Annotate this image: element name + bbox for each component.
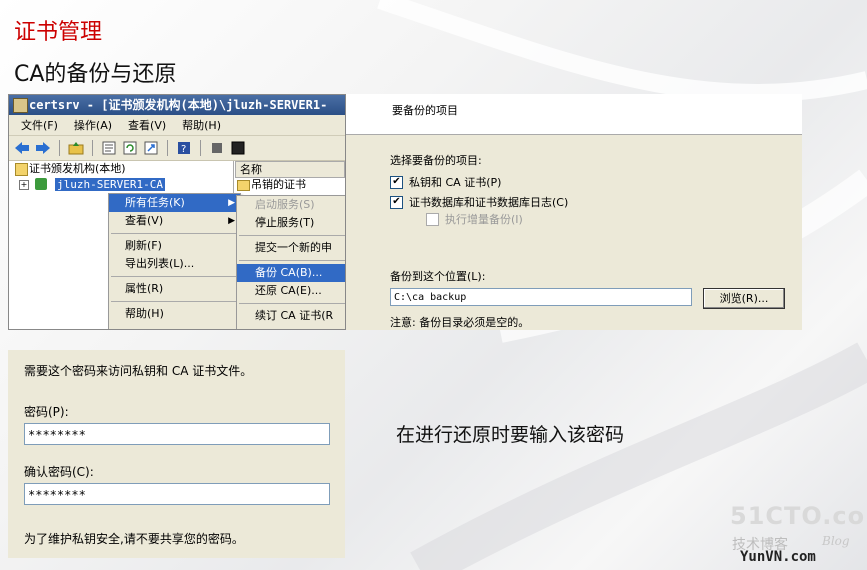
menu-action[interactable]: 操作(A) bbox=[68, 117, 118, 133]
menu-separator bbox=[111, 233, 238, 234]
tree-root-label: 证书颁发机构(本地) bbox=[29, 162, 126, 175]
menu-item-view[interactable]: 查看(V) ▶ bbox=[109, 212, 240, 230]
window-titlebar[interactable]: certsrv - [证书颁发机构(本地)\jluzh-SERVER1- bbox=[9, 95, 345, 115]
backup-wizard-page: 要备份的项目 选择要备份的项目: ✔ 私钥和 CA 证书(P) ✔ 证书数据库和… bbox=[346, 94, 802, 330]
certsrv-app-icon bbox=[13, 98, 28, 113]
checkbox-private-key[interactable]: ✔ 私钥和 CA 证书(P) bbox=[390, 174, 501, 190]
backup-location-input[interactable]: C:\ca backup bbox=[390, 288, 692, 306]
menu-item-refresh[interactable]: 刷新(F) bbox=[109, 237, 240, 255]
password-label: 密码(P): bbox=[24, 405, 69, 419]
expand-plus-icon[interactable]: + bbox=[19, 180, 29, 190]
submenu-item-renew-ca-cert[interactable]: 续订 CA 证书(R bbox=[237, 307, 345, 325]
toolbar-separator bbox=[92, 140, 93, 156]
export-icon[interactable] bbox=[142, 139, 160, 157]
tree-root[interactable]: 证书颁发机构(本地) bbox=[11, 161, 233, 177]
back-arrow-icon[interactable] bbox=[13, 139, 31, 157]
submenu-item-submit-request[interactable]: 提交一个新的申 bbox=[237, 239, 345, 257]
certsrv-window: certsrv - [证书颁发机构(本地)\jluzh-SERVER1- 文件(… bbox=[8, 94, 346, 330]
slide-caption: 在进行还原时要输入该密码 bbox=[396, 424, 625, 446]
ca-server-icon bbox=[35, 178, 47, 190]
menu-item-properties[interactable]: 属性(R) bbox=[109, 280, 240, 298]
wizard-prompt: 选择要备份的项目: bbox=[390, 154, 482, 167]
checkbox-private-key-label: 私钥和 CA 证书(P) bbox=[409, 176, 502, 189]
submenu-arrow-icon: ▶ bbox=[228, 216, 235, 226]
menu-help[interactable]: 帮助(H) bbox=[176, 117, 227, 133]
menu-item-help[interactable]: 帮助(H) bbox=[109, 305, 240, 323]
menu-separator bbox=[111, 301, 238, 302]
menu-separator bbox=[239, 260, 345, 261]
browse-button[interactable]: 浏览(R)... bbox=[703, 288, 785, 309]
slide-title: 证书管理 bbox=[14, 20, 103, 45]
menu-view[interactable]: 查看(V) bbox=[122, 117, 172, 133]
checkbox-cert-database-label: 证书数据库和证书数据库日志(C) bbox=[409, 196, 569, 209]
watermark-site: 51CTO.com bbox=[730, 502, 867, 530]
menu-separator bbox=[239, 303, 345, 304]
submenu-arrow-icon: ▶ bbox=[228, 198, 235, 208]
menu-item-all-tasks[interactable]: 所有任务(K) ▶ bbox=[109, 194, 240, 212]
checkbox-cert-database[interactable]: ✔ 证书数据库和证书数据库日志(C) bbox=[390, 194, 568, 210]
stop-icon[interactable] bbox=[208, 139, 226, 157]
password-warning: 为了维护私钥安全,请不要共享您的密码。 bbox=[24, 532, 244, 546]
toolbar-separator bbox=[200, 140, 201, 156]
checkbox-incremental-label: 执行增量备份(I) bbox=[445, 213, 523, 226]
watermark-url: YunVN.com bbox=[740, 549, 816, 565]
password-dialog: 需要这个密码来访问私钥和 CA 证书文件。 密码(P): ******** 确认… bbox=[8, 350, 345, 558]
submenu-item-start-service[interactable]: 启动服务(S) bbox=[237, 196, 345, 214]
submenu-item-restore-ca[interactable]: 还原 CA(E)... bbox=[237, 282, 345, 300]
list-item[interactable]: 吊销的证书 bbox=[235, 178, 345, 192]
toolbar: ? bbox=[9, 136, 345, 161]
list-item-label: 吊销的证书 bbox=[251, 178, 306, 191]
refresh-icon[interactable] bbox=[121, 139, 139, 157]
tree-node-ca-label: jluzh-SERVER1-CA bbox=[55, 178, 165, 191]
checkbox-checked-icon[interactable]: ✔ bbox=[390, 175, 403, 189]
confirm-password-label: 确认密码(C): bbox=[24, 465, 94, 479]
menubar: 文件(F) 操作(A) 查看(V) 帮助(H) bbox=[9, 115, 345, 136]
confirm-password-field[interactable]: ******** bbox=[24, 483, 330, 505]
context-menu: 所有任务(K) ▶ 查看(V) ▶ 刷新(F) 导出列表(L)... 属性(R) 帮… bbox=[108, 193, 241, 329]
password-field[interactable]: ******** bbox=[24, 423, 330, 445]
wizard-heading: 要备份的项目 bbox=[392, 104, 458, 117]
menu-item-export-list[interactable]: 导出列表(L)... bbox=[109, 255, 240, 273]
checkbox-checked-icon[interactable]: ✔ bbox=[390, 195, 403, 209]
toolbar-separator bbox=[59, 140, 60, 156]
menu-separator bbox=[111, 276, 238, 277]
checkbox-incremental-backup[interactable]: 执行增量备份(I) bbox=[426, 211, 523, 227]
password-message: 需要这个密码来访问私钥和 CA 证书文件。 bbox=[24, 364, 253, 378]
up-folder-icon[interactable] bbox=[67, 139, 85, 157]
properties-icon[interactable] bbox=[100, 139, 118, 157]
window-title: certsrv - [证书颁发机构(本地)\jluzh-SERVER1- bbox=[29, 98, 328, 112]
help-icon[interactable]: ? bbox=[175, 139, 193, 157]
folder-icon bbox=[237, 180, 250, 191]
forward-arrow-icon[interactable] bbox=[34, 139, 52, 157]
svg-text:?: ? bbox=[181, 144, 186, 155]
submenu-item-stop-service[interactable]: 停止服务(T) bbox=[237, 214, 345, 232]
column-header-name[interactable]: 名称 bbox=[235, 161, 345, 178]
slide-subtitle: CA的备份与还原 bbox=[14, 62, 177, 87]
toolbar-separator bbox=[167, 140, 168, 156]
ca-root-icon bbox=[15, 163, 28, 176]
all-tasks-submenu: 启动服务(S) 停止服务(T) 提交一个新的申 备份 CA(B)... 还原 C… bbox=[236, 195, 345, 329]
backup-location-label: 备份到这个位置(L): bbox=[390, 270, 486, 283]
watermark-blog: Blog bbox=[822, 534, 850, 548]
checkbox-unchecked-icon[interactable] bbox=[426, 212, 439, 226]
tree-node-ca[interactable]: + jluzh-SERVER1-CA bbox=[11, 177, 233, 193]
menu-separator bbox=[239, 235, 345, 236]
submenu-item-backup-ca[interactable]: 备份 CA(B)... bbox=[237, 264, 345, 282]
backup-note: 注意: 备份目录必须是空的。 bbox=[390, 316, 530, 329]
stop-square-icon[interactable] bbox=[229, 139, 247, 157]
menu-file[interactable]: 文件(F) bbox=[15, 117, 64, 133]
